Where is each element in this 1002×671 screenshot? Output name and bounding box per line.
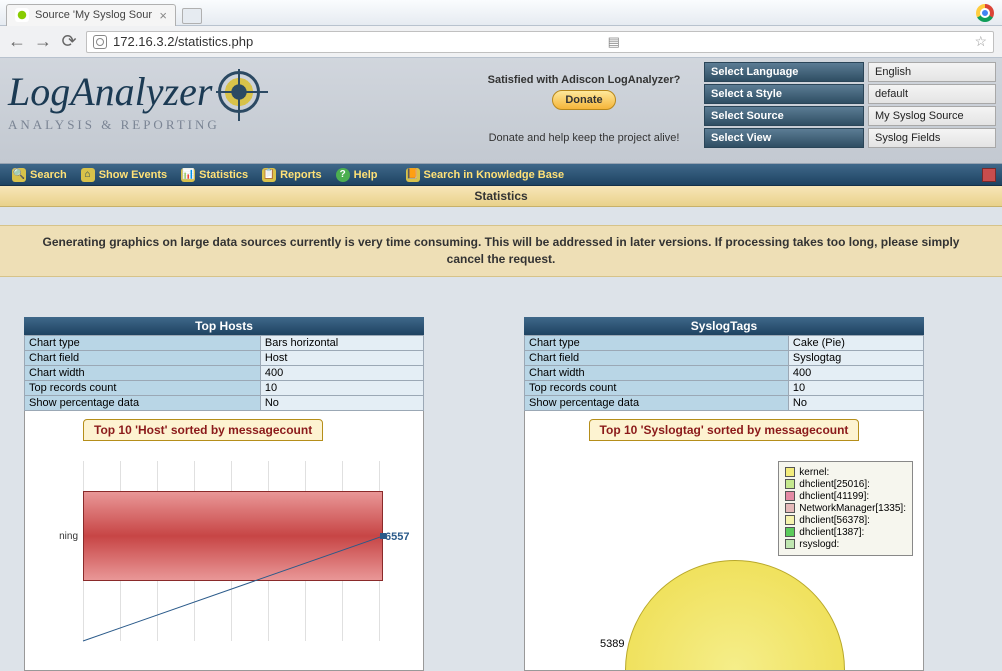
syslogtags-title: SyslogTags — [524, 317, 924, 335]
logo-subtitle: ANALYSIS & REPORTING — [8, 117, 464, 133]
reports-icon: 📋 — [262, 168, 276, 182]
nav-reports[interactable]: 📋Reports — [256, 168, 328, 182]
chrome-logo-icon — [976, 4, 994, 22]
bar-value-0: 6557 — [385, 531, 409, 543]
logo-text: LogAnalyzer — [8, 68, 212, 115]
content-area: Top Hosts Chart typeBars horizontal Char… — [0, 277, 1002, 671]
search-icon: 🔍 — [12, 168, 26, 182]
select-source[interactable]: My Syslog Source — [868, 106, 996, 126]
site-info-icon[interactable] — [93, 35, 107, 49]
select-source-label: Select Source — [704, 106, 864, 126]
nav-kb[interactable]: 📙Search in Knowledge Base — [400, 168, 571, 182]
donate-footer: Donate and help keep the project alive! — [464, 132, 704, 144]
page-header: LogAnalyzer ANALYSIS & REPORTING Satisfi… — [0, 58, 1002, 164]
select-view[interactable]: Syslog Fields — [868, 128, 996, 148]
page-title: Statistics — [0, 186, 1002, 207]
pie-slice-kernel — [625, 560, 845, 671]
top-hosts-config: Chart typeBars horizontal Chart fieldHos… — [24, 335, 424, 411]
nav-help[interactable]: ?Help — [330, 168, 384, 182]
statistics-icon: 📊 — [181, 168, 195, 182]
tab-favicon-icon — [15, 8, 29, 22]
syslogtags-caption: Top 10 'Syslogtag' sorted by messagecoun… — [589, 419, 860, 441]
syslogtags-config: Chart typeCake (Pie) Chart fieldSyslogta… — [524, 335, 924, 411]
extension-icon[interactable]: ▤ — [608, 34, 620, 50]
pie-legend: kernel: dhclient[25016]: dhclient[41199]… — [778, 461, 913, 556]
selector-panel: Select LanguageEnglish Select a Styledef… — [704, 58, 1002, 163]
forward-button[interactable]: → — [34, 31, 52, 52]
bar-label-0: ning — [59, 531, 78, 542]
syslogtags-chart: Top 10 'Syslogtag' sorted by messagecoun… — [524, 411, 924, 671]
donate-button[interactable]: Donate — [552, 90, 615, 110]
tab-close-icon[interactable]: × — [159, 8, 167, 23]
top-hosts-panel: Top Hosts Chart typeBars horizontal Char… — [24, 317, 424, 671]
nav-search[interactable]: 🔍Search — [6, 168, 73, 182]
select-view-label: Select View — [704, 128, 864, 148]
nav-statistics[interactable]: 📊Statistics — [175, 168, 254, 182]
pie-value-kernel: 5389 — [600, 638, 624, 650]
nav-show-events[interactable]: ⌂Show Events — [75, 168, 173, 182]
logo-crosshair-icon — [218, 71, 260, 113]
browser-tab[interactable]: Source 'My Syslog Sour × — [6, 4, 176, 26]
reload-button[interactable]: ⟳ — [60, 31, 78, 52]
browser-titlebar: Source 'My Syslog Sour × — [0, 0, 1002, 26]
warning-banner: Generating graphics on large data source… — [0, 225, 1002, 277]
select-style[interactable]: default — [868, 84, 996, 104]
back-button[interactable]: ← — [8, 31, 26, 52]
kb-icon: 📙 — [406, 168, 420, 182]
nav-right-box-icon[interactable] — [982, 168, 996, 182]
help-icon: ? — [336, 168, 350, 182]
main-nav: 🔍Search ⌂Show Events 📊Statistics 📋Report… — [0, 164, 1002, 186]
donate-question: Satisfied with Adiscon LogAnalyzer? — [464, 74, 704, 86]
top-hosts-chart: Top 10 'Host' sorted by messagecount nin… — [24, 411, 424, 671]
trend-line — [78, 456, 388, 646]
top-hosts-title: Top Hosts — [24, 317, 424, 335]
events-icon: ⌂ — [81, 168, 95, 182]
url-text: 172.16.3.2/statistics.php — [113, 34, 253, 49]
select-language-label: Select Language — [704, 62, 864, 82]
bookmark-star-icon[interactable]: ☆ — [974, 33, 987, 50]
browser-toolbar: ← → ⟳ 172.16.3.2/statistics.php ▤ ☆ — [0, 26, 1002, 58]
syslogtags-panel: SyslogTags Chart typeCake (Pie) Chart fi… — [524, 317, 924, 671]
top-hosts-caption: Top 10 'Host' sorted by messagecount — [83, 419, 323, 441]
select-style-label: Select a Style — [704, 84, 864, 104]
new-tab-button[interactable] — [182, 8, 202, 24]
donate-block: Satisfied with Adiscon LogAnalyzer? Dona… — [464, 58, 704, 163]
select-language[interactable]: English — [868, 62, 996, 82]
logo-block: LogAnalyzer ANALYSIS & REPORTING — [0, 58, 464, 163]
tab-title: Source 'My Syslog Sour — [35, 9, 152, 21]
url-input[interactable]: 172.16.3.2/statistics.php ▤ ☆ — [86, 31, 994, 53]
